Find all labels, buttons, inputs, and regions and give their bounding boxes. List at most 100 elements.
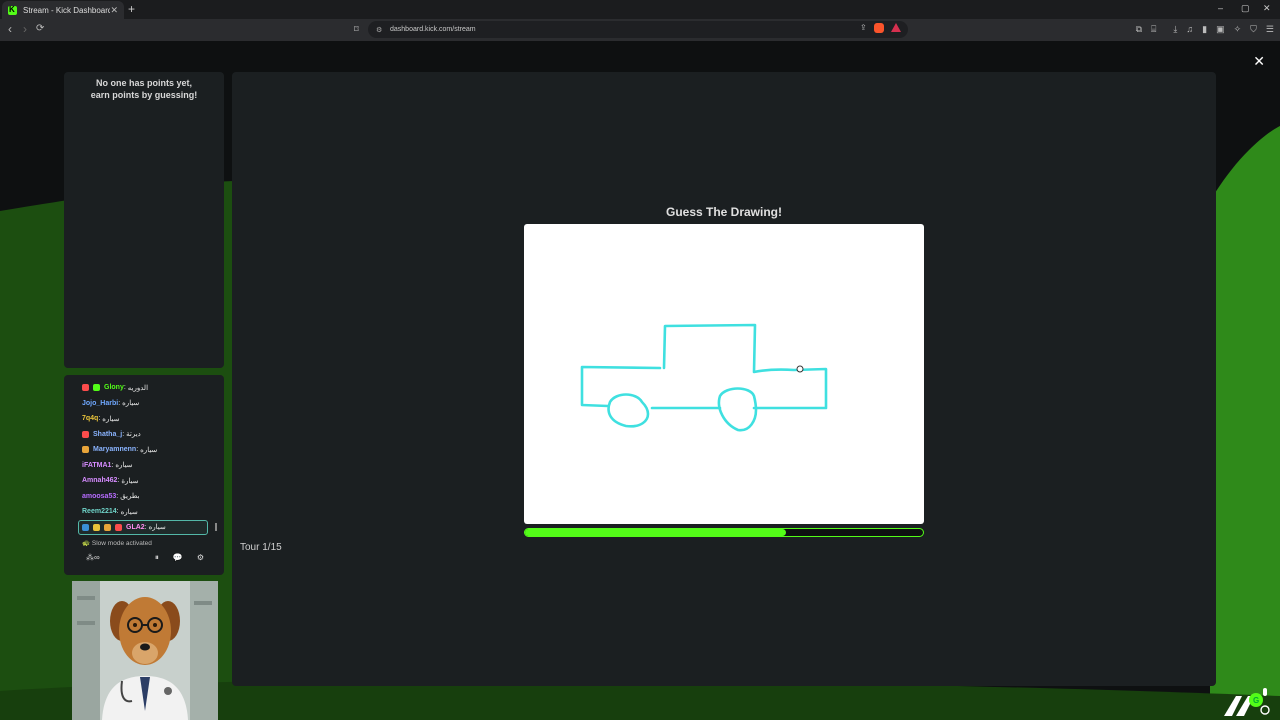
chat-separator: :	[122, 430, 125, 438]
translate-icon[interactable]: ⌸	[1151, 24, 1156, 35]
game-stage: Guess The Drawing! Tour 1/15	[232, 72, 1216, 686]
leaderboard-message-line-1: No one has points yet,	[95, 78, 192, 88]
minimize-button[interactable]: –	[1218, 3, 1223, 13]
chat-message-text: سيارة	[121, 477, 139, 485]
chat-message[interactable]: Maryamnenn: سياره	[82, 442, 224, 458]
user-badge-icon	[93, 384, 100, 392]
chat-username[interactable]: Amnah462	[82, 477, 117, 484]
chat-username[interactable]: Shatha_j	[93, 431, 122, 438]
chat-message-text: بطريق	[120, 493, 140, 501]
chat-message-text: سياره	[120, 508, 138, 516]
kick-favicon-icon	[8, 5, 17, 15]
new-tab-button[interactable]: +	[128, 2, 135, 16]
sidebar-icon[interactable]: ▮	[1202, 24, 1207, 35]
leaderboard-message-line-2: earn points by guessing!	[90, 90, 198, 100]
drawing-stroke-wheel-front	[607, 393, 650, 428]
leaderboard-panel: No one has points yet, earn points by gu…	[64, 72, 224, 368]
chat-message[interactable]: Jojo_Harbi: سياره	[82, 396, 224, 412]
tab-close-icon[interactable]: ✕	[110, 5, 118, 16]
chat-message-list: Glony: الدوريه Jojo_Harbi: سياره 7q4q: سياره S…	[64, 375, 224, 535]
botrix-widget-icon[interactable]: G	[1222, 682, 1270, 718]
url-text: dashboard.kick.com/stream	[390, 26, 476, 33]
chat-message[interactable]: Shatha_j: ديرتة	[82, 427, 224, 443]
chat-separator: :	[136, 446, 139, 454]
browser-tabbar: Stream - Kick Dashboard ✕ + – ▢ ✕	[0, 0, 1280, 19]
wallet-icon[interactable]: ▣	[1216, 24, 1225, 35]
pause-chat-icon[interactable]: ⏸	[155, 553, 159, 563]
site-info-icon[interactable]: ⚙	[376, 26, 384, 34]
chat-message-text: ديرتة	[126, 431, 141, 439]
chat-message[interactable]: GLA2: سياره	[78, 519, 208, 535]
forward-icon[interactable]: ›	[23, 22, 27, 36]
back-icon[interactable]: ‹	[8, 22, 12, 36]
leaderboard-empty-message: No one has points yet, earn points by gu…	[64, 77, 224, 101]
address-bar[interactable]: ⚙ dashboard.kick.com/stream	[368, 21, 908, 38]
round-timer-fill	[525, 529, 786, 536]
user-badge-icon	[82, 523, 89, 531]
browser-tab[interactable]: Stream - Kick Dashboard ✕	[2, 1, 124, 19]
webcam-feed	[72, 581, 218, 720]
cursor-icon	[796, 365, 804, 373]
chat-separator: :	[117, 477, 120, 485]
chat-message-text: سياره	[148, 524, 166, 532]
chat-footer: ⁂∞ ⏸ 💬 ⚙	[86, 553, 204, 563]
chat-message[interactable]: amoosa53: بطريق	[82, 489, 224, 505]
chat-message-text: سياره	[115, 462, 133, 470]
media-icon[interactable]: ♫	[1186, 24, 1193, 35]
bookmark-icon[interactable]: ⌑	[354, 24, 359, 35]
brave-shields-icon[interactable]	[873, 23, 884, 33]
emote-icon[interactable]: 💬	[173, 553, 183, 563]
chat-username[interactable]: Reem2214	[82, 508, 117, 515]
chat-message[interactable]: iFATMA1: سياره	[82, 458, 224, 474]
chat-message[interactable]: Reem2214: سياره	[82, 504, 224, 520]
overlay-close-button[interactable]: ✕	[1253, 53, 1265, 70]
leo-ai-icon[interactable]: ✧	[1234, 24, 1242, 35]
chat-message[interactable]: Amnah462: سيارة	[82, 473, 224, 489]
user-badge-icon	[104, 523, 111, 531]
kick-points-icon[interactable]: ⁂∞	[86, 553, 100, 563]
chat-separator: :	[123, 384, 126, 392]
vpn-icon[interactable]: ⛉	[1250, 24, 1257, 35]
brave-rewards-icon[interactable]	[890, 23, 901, 32]
chat-username[interactable]: 7q4q	[82, 415, 98, 422]
chat-separator: :	[144, 523, 147, 531]
drawing-canvas[interactable]	[524, 224, 924, 524]
chat-message[interactable]: 7q4q: سياره	[82, 411, 224, 427]
toolbar-icons: ⧉ ⌸ ⤓ ♫ ▮ ▣ ✧ ⛉ ☰	[1136, 24, 1274, 35]
chat-panel: Glony: الدوريه Jojo_Harbi: سياره 7q4q: سياره S…	[64, 375, 224, 575]
chat-separator: :	[111, 461, 114, 469]
chat-username[interactable]: Maryamnenn	[93, 446, 136, 453]
user-badge-icon	[93, 523, 100, 531]
maximize-button[interactable]: ▢	[1241, 3, 1250, 14]
chat-username[interactable]: Jojo_Harbi	[82, 400, 118, 407]
chat-username[interactable]: GLA2	[126, 524, 145, 531]
chat-username[interactable]: amoosa53	[82, 493, 116, 500]
svg-text:G: G	[1253, 696, 1259, 705]
reload-icon[interactable]: ⟳	[36, 23, 44, 34]
tab-title: Stream - Kick Dashboard	[23, 5, 111, 15]
stream-overlay-page: ✕ No one has points yet, earn points by …	[0, 41, 1280, 720]
chat-separator: :	[98, 415, 101, 423]
chat-settings-icon[interactable]: ⚙	[197, 553, 204, 563]
menu-icon[interactable]: ☰	[1266, 24, 1274, 35]
chat-username[interactable]: Glony	[104, 384, 124, 391]
webcam-dog-image	[72, 581, 218, 720]
share-icon[interactable]: ⇪	[860, 23, 867, 33]
car-drawing	[580, 323, 828, 432]
user-badge-icon	[82, 446, 89, 454]
user-badge-icon	[82, 384, 89, 392]
address-bar-icons: ⇪	[860, 23, 901, 33]
slow-mode-text: Slow mode activated	[91, 540, 152, 547]
download-icon[interactable]: ⤓	[1173, 24, 1177, 35]
user-badge-icon	[82, 430, 89, 438]
slow-mode-notice: 🐢 Slow mode activated	[82, 540, 152, 547]
chat-separator: :	[118, 399, 121, 407]
browser-toolbar: ‹ › ⟳ ⌑ ⚙ dashboard.kick.com/stream ⇪ ⧉ …	[0, 19, 1280, 41]
chat-message-text: سياره	[102, 415, 120, 423]
extensions-icon[interactable]: ⧉	[1136, 24, 1142, 35]
chat-username[interactable]: iFATMA1	[82, 462, 111, 469]
chat-scrollbar[interactable]	[215, 523, 217, 531]
window-close-button[interactable]: ✕	[1263, 3, 1271, 14]
chat-separator: :	[116, 492, 119, 500]
chat-message[interactable]: Glony: الدوريه	[82, 380, 224, 396]
